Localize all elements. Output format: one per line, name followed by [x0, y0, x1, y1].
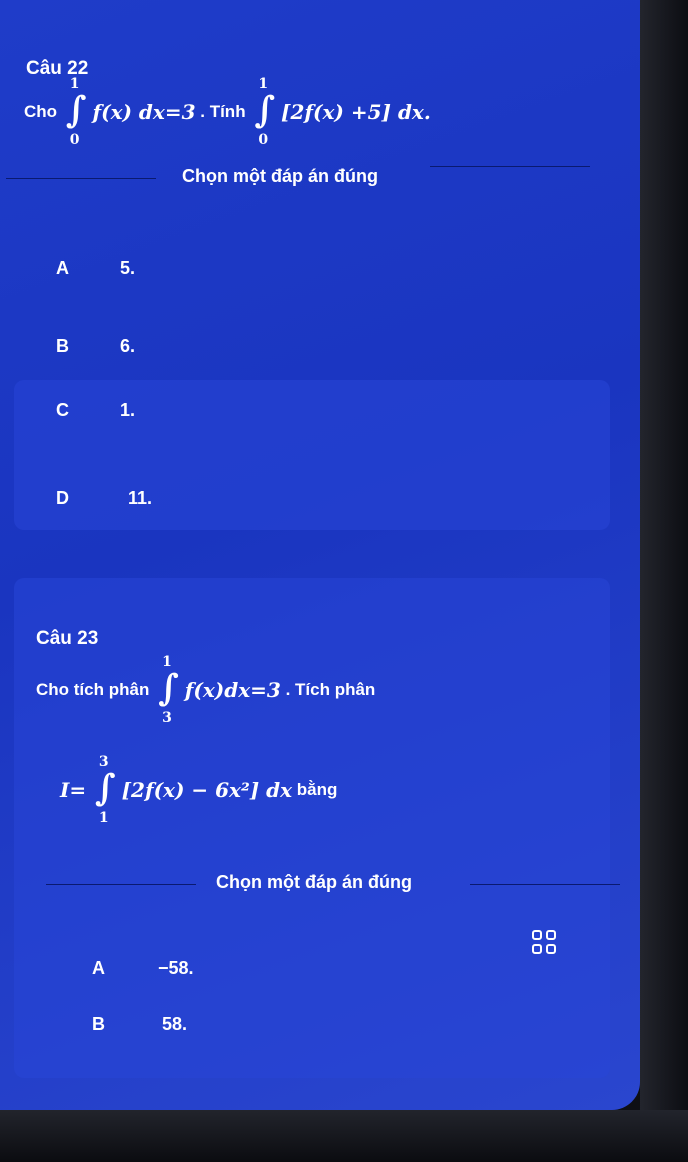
- option-a[interactable]: A −58.: [36, 940, 636, 1000]
- integral-lower: 0: [69, 132, 80, 148]
- option-letter: A: [56, 258, 69, 278]
- option-value: 11.: [128, 488, 153, 508]
- prompt-middle: . Tích phân: [285, 680, 376, 699]
- option-c[interactable]: C 1.: [0, 382, 600, 442]
- integral-sign: 1 ∫ 3: [158, 654, 179, 726]
- question-22-prompt: Cho 1 ∫ 0 f(x) dx=3 . Tính 1 ∫ 0 [2f(x) …: [24, 76, 431, 148]
- phone-bezel: [640, 0, 688, 1162]
- integral-lower: 3: [162, 710, 172, 726]
- option-letter: C: [56, 400, 69, 420]
- integral-sign: 1 ∫ 0: [254, 76, 276, 148]
- integral-sign: 1 ∫ 0: [65, 76, 87, 148]
- option-letter: D: [56, 488, 69, 508]
- choose-answer-label: Chọn một đáp án đúng: [182, 166, 378, 186]
- phone-screen: Câu 22 Cho 1 ∫ 0 f(x) dx=3 . Tính 1 ∫ 0 …: [0, 0, 640, 1110]
- integrand: [2f(x) − 6x²] dx: [121, 778, 293, 802]
- choose-answer-divider: Chọn một đáp án đúng: [0, 872, 640, 896]
- question-23-expression: I= 3 ∫ 1 [2f(x) − 6x²] dx bằng: [60, 754, 338, 826]
- option-value: 5.: [120, 258, 136, 278]
- option-letter: B: [56, 336, 69, 356]
- integral-lower: 1: [98, 810, 109, 826]
- expression-prefix: I=: [60, 778, 87, 802]
- choose-answer-divider: Chọn một đáp án đúng: [0, 166, 640, 190]
- option-letter: A: [92, 958, 105, 978]
- integral-sign: 3 ∫ 1: [94, 754, 116, 826]
- option-value: −58.: [158, 958, 194, 978]
- question-23-title: Câu 23: [36, 628, 99, 649]
- expression-suffix: bằng: [296, 780, 338, 799]
- option-b[interactable]: B 6.: [0, 318, 600, 378]
- question-23-prompt: Cho tích phân 1 ∫ 3 f(x)dx=3 . Tích phân: [36, 654, 376, 726]
- prompt-middle: . Tính: [200, 102, 246, 121]
- phone-bezel: [0, 1110, 688, 1162]
- option-d[interactable]: D 11.: [0, 470, 600, 530]
- integrand: f(x) dx=3: [92, 100, 196, 124]
- integrand: [2f(x) +5] dx.: [281, 100, 431, 124]
- option-letter: B: [92, 1014, 105, 1034]
- option-a[interactable]: A 5.: [0, 240, 600, 300]
- choose-answer-label: Chọn một đáp án đúng: [216, 872, 412, 892]
- option-value: 6.: [120, 336, 136, 356]
- option-value: 58.: [162, 1014, 188, 1034]
- integral-lower: 0: [258, 132, 269, 148]
- prompt-prefix: Cho: [24, 102, 58, 121]
- prompt-prefix: Cho tích phân: [36, 680, 150, 699]
- option-value: 1.: [120, 400, 136, 420]
- integrand: f(x)dx=3: [184, 678, 281, 702]
- option-b[interactable]: B 58.: [36, 996, 636, 1056]
